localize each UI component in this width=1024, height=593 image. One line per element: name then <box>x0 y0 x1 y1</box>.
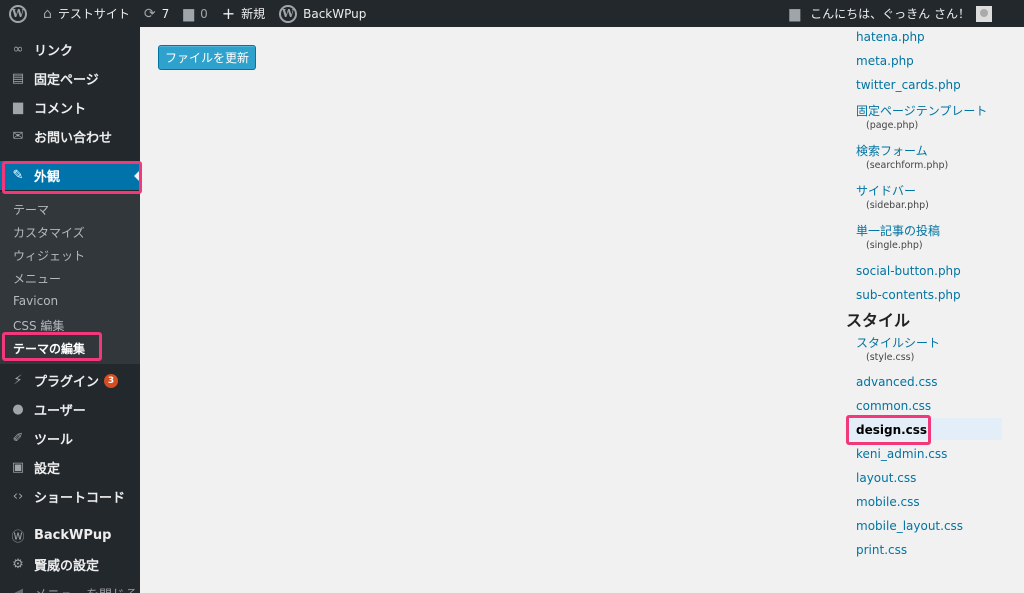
new-label: 新規 <box>241 7 266 21</box>
site-name: テストサイト <box>57 7 130 21</box>
updates-icon: ⟳ <box>143 5 156 22</box>
menu-users[interactable]: ● ユーザー <box>0 395 140 424</box>
menu-plugins[interactable]: ⚡ プラグイン 3 <box>0 366 140 395</box>
menu-keni-settings[interactable]: ⚙ 賢威の設定 <box>0 550 140 579</box>
plus-icon: + <box>221 4 236 23</box>
mail-icon: ✉ <box>12 129 24 144</box>
menu-tools-label: ツール <box>34 433 74 448</box>
notification-icon: ▆ <box>789 5 801 22</box>
file-name: (sidebar.php) <box>866 200 929 211</box>
pages-icon: ▤ <box>11 71 25 86</box>
menu-collapse[interactable]: ◀ メニューを閉じる <box>0 579 140 593</box>
update-file-button[interactable]: ファイルを更新 <box>158 45 256 70</box>
menu-settings-label: 設定 <box>34 462 61 477</box>
highlight-design-css <box>846 415 931 445</box>
plugins-icon: ⚡ <box>13 373 23 388</box>
my-account-menu[interactable]: こんにちは、ぐっきん さん！ <box>803 0 1024 27</box>
site-name-menu[interactable]: ⌂ テストサイト <box>36 0 137 27</box>
menu-backwpup[interactable]: Ⓦ BackWPup <box>0 521 140 550</box>
file-link[interactable]: keni_admin.css <box>856 447 947 461</box>
avatar <box>976 5 992 22</box>
menu-shortcode-label: ショートコード <box>34 491 126 506</box>
menu-keni-settings-label: 賢威の設定 <box>34 559 100 574</box>
greeting: こんにちは、ぐっきん さん！ <box>810 7 970 21</box>
menu-comments[interactable]: ▆ コメント <box>0 93 140 122</box>
new-content-menu[interactable]: + 新規 <box>215 0 272 27</box>
backwpup-icon: W <box>279 4 298 23</box>
file-link[interactable]: 単一記事の投稿 <box>856 222 940 239</box>
shortcode-icon: ‹› <box>12 489 24 504</box>
file-name: (style.css) <box>866 352 915 363</box>
menu-contact[interactable]: ✉ お問い合わせ <box>0 122 140 151</box>
menu-pages[interactable]: ▤ 固定ページ <box>0 64 140 93</box>
link-icon: ∞ <box>12 42 24 57</box>
file-link[interactable]: advanced.css <box>856 375 938 389</box>
collapse-icon: ◀ <box>10 586 26 593</box>
file-link[interactable]: meta.php <box>856 54 914 68</box>
file-link[interactable]: 検索フォーム <box>856 142 928 159</box>
submenu-customize[interactable]: カスタマイズ <box>13 224 85 241</box>
file-link[interactable]: 固定ページテンプレート <box>856 102 987 119</box>
notification-menu[interactable]: ▆ <box>782 0 803 27</box>
users-icon: ● <box>12 402 24 417</box>
wp-logo-menu[interactable]: W <box>0 0 36 27</box>
styles-heading: スタイル <box>846 311 911 330</box>
admin-bar: W ⌂ テストサイト ⟳ 7 ▆ 0 + 新規 W BackWPup ▆ こんに… <box>0 0 1024 27</box>
settings-icon: ▣ <box>11 460 25 475</box>
file-link[interactable]: social-button.php <box>856 264 961 278</box>
file-link[interactable]: sub-contents.php <box>856 288 961 302</box>
theme-files-list: hatena.php meta.php twitter_cards.php 固定… <box>846 27 1024 593</box>
file-name: (single.php) <box>866 240 923 251</box>
menu-users-label: ユーザー <box>34 404 86 419</box>
file-link[interactable]: print.css <box>856 543 907 557</box>
updates-menu[interactable]: ⟳ 7 <box>137 0 176 27</box>
comments-count: 0 <box>200 6 208 21</box>
highlight-appearance <box>2 161 142 194</box>
admin-sidebar: ∞ リンク ▤ 固定ページ ▆ コメント ✉ お問い合わせ ✎ 外観 テーマ カ… <box>0 27 140 593</box>
file-link[interactable]: mobile_layout.css <box>856 519 963 533</box>
menu-pages-label: 固定ページ <box>34 73 99 88</box>
menu-links-label: リンク <box>34 44 74 59</box>
plugins-update-badge: 3 <box>104 373 119 388</box>
submenu-menus[interactable]: メニュー <box>13 270 61 287</box>
menu-plugins-label: プラグイン <box>34 375 100 390</box>
submenu-widgets[interactable]: ウィジェット <box>13 247 85 264</box>
menu-links[interactable]: ∞ リンク <box>0 35 140 64</box>
file-link[interactable]: サイドバー <box>856 182 916 199</box>
backwpup-icon: Ⓦ <box>11 530 25 545</box>
menu-collapse-label: メニューを閉じる <box>34 584 138 593</box>
wordpress-logo-icon: W <box>9 4 27 23</box>
file-link[interactable]: common.css <box>856 399 931 413</box>
backwpup-menu[interactable]: W BackWPup <box>272 0 373 27</box>
gear-icon: ⚙ <box>12 557 24 572</box>
menu-tools[interactable]: ✐ ツール <box>0 424 140 453</box>
tools-icon: ✐ <box>12 431 24 446</box>
file-name: (page.php) <box>866 120 919 131</box>
highlight-theme-editor <box>2 332 102 361</box>
menu-shortcode[interactable]: ‹› ショートコード <box>0 482 140 511</box>
file-link[interactable]: hatena.php <box>856 30 925 44</box>
backwpup-label: BackWPup <box>303 6 367 21</box>
menu-backwpup-label: BackWPup <box>34 528 112 543</box>
submenu-favicon[interactable]: Favicon <box>13 294 58 308</box>
menu-contact-label: お問い合わせ <box>34 131 113 146</box>
home-icon: ⌂ <box>43 5 52 22</box>
file-link[interactable]: twitter_cards.php <box>856 78 961 92</box>
updates-count: 7 <box>161 6 170 21</box>
comments-icon: ▆ <box>13 100 23 115</box>
menu-settings[interactable]: ▣ 設定 <box>0 453 140 482</box>
menu-comments-label: コメント <box>34 102 87 117</box>
file-name: (searchform.php) <box>866 160 949 171</box>
file-link[interactable]: スタイルシート <box>856 334 940 351</box>
comment-icon: ▆ <box>183 5 195 22</box>
submenu-themes[interactable]: テーマ <box>13 201 49 218</box>
file-link[interactable]: layout.css <box>856 471 916 485</box>
file-link[interactable]: mobile.css <box>856 495 920 509</box>
comments-menu[interactable]: ▆ 0 <box>176 0 214 27</box>
